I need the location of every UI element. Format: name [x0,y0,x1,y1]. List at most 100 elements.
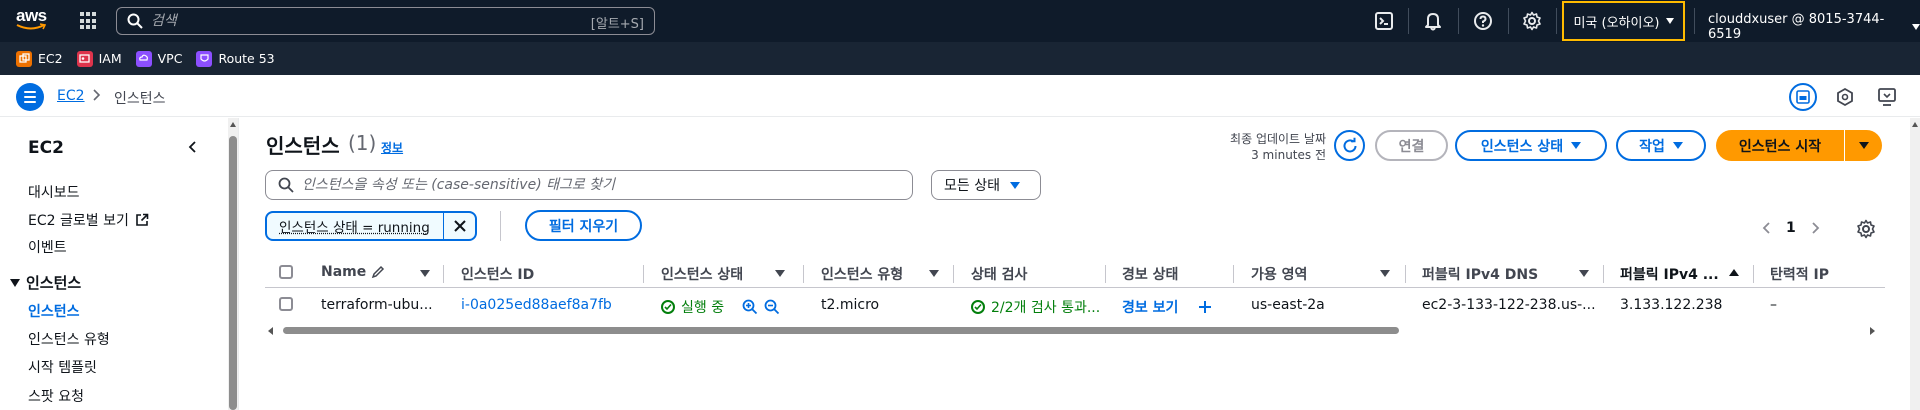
sort-icon[interactable] [775,270,785,277]
sidebar-item-events[interactable]: 이벤트 [28,237,67,257]
sort-icon[interactable] [929,270,939,277]
table-horizontal-scrollbar[interactable] [265,324,1885,338]
content-scrollbar[interactable] [1910,118,1920,410]
favorite-route53[interactable]: Route 53 [196,50,275,67]
clear-filters-button[interactable]: 필터 지우기 [525,210,642,241]
explore-hexagon-icon[interactable] [1834,86,1856,108]
favorite-iam[interactable]: IAM [76,50,122,67]
zoom-out-icon[interactable] [764,299,780,315]
cloudshell-icon[interactable] [1374,11,1394,31]
column-label: 인스턴스 유형 [821,267,904,283]
caret-down-icon [1912,24,1920,30]
search-input[interactable] [151,13,571,29]
column-label: 가용 영역 [1251,267,1308,283]
account-menu[interactable]: clouddxuser @ 8015-3744-6519 [1708,12,1920,42]
launch-instance-dropdown[interactable] [1845,130,1882,161]
global-search[interactable]: [알트+S] [116,7,655,35]
services-grid-icon[interactable] [80,12,98,30]
help-icon[interactable] [1473,11,1493,31]
column-header-name[interactable]: Name [321,264,385,280]
sidebar-item-launch-templates[interactable]: 시작 템플릿 [28,357,97,377]
search-icon [278,177,294,193]
search-icon [127,13,143,29]
region-selector[interactable]: 미국 (오하이오) [1562,1,1685,41]
sidenav-scrollbar[interactable] [228,118,238,410]
collapse-chevron-left-icon[interactable] [186,140,200,154]
search-shortcut: [알트+S] [590,17,644,32]
filter-input[interactable] [302,177,902,193]
info-link[interactable]: 정보 [381,139,403,156]
cell-status-check: 2/2개 검사 통과... [971,297,1100,317]
column-header-availability-zone[interactable]: 가용 영역 [1251,264,1307,284]
sidebar-item-global-view[interactable]: EC2 글로벌 보기 [28,210,149,230]
launch-instance-button[interactable]: 인스턴스 시작 [1716,130,1844,161]
success-check-icon [971,300,985,314]
favorite-label: VPC [157,51,183,66]
view-alarms-link[interactable]: 경보 보기 [1122,297,1178,317]
select-all-checkbox[interactable] [279,265,293,279]
breadcrumb-ec2[interactable]: EC2 [57,88,85,104]
cell-availability-zone: us-east-2a [1251,297,1325,313]
favorites-bar: EC2 IAM VPC Route 53 [0,42,1920,75]
column-header-instance-state[interactable]: 인스턴스 상태 [661,264,743,284]
favorite-vpc[interactable]: VPC [135,50,183,67]
column-header-alarm-status[interactable]: 경보 상태 [1122,264,1178,284]
column-header-status-check[interactable]: 상태 검사 [971,264,1027,284]
sort-icon[interactable] [1579,270,1589,277]
favorite-ec2[interactable]: EC2 [16,50,63,67]
table-preferences-gear-icon[interactable] [1856,219,1876,239]
info-panel-toggle[interactable] [1789,83,1817,111]
actions-button[interactable]: 작업 [1616,130,1706,161]
cell-instance-type: t2.micro [821,297,880,313]
row-checkbox[interactable] [279,297,293,311]
column-header-public-ipv4[interactable]: 퍼블릭 IPv4 ... [1620,264,1719,284]
connect-button[interactable]: 연결 [1375,130,1448,161]
settings-gear-icon[interactable] [1522,11,1542,31]
aws-logo[interactable]: aws [16,7,50,35]
table-row[interactable]: terraform-ubu... i-0a025ed88aef8a7fb 실행 … [265,289,1885,323]
last-updated-label: 최종 업데이트 날짜 [1230,132,1326,146]
sort-icon[interactable] [1380,270,1390,277]
add-plus-icon[interactable] [1198,300,1212,314]
region-label: 미국 (오하이오) [1573,15,1660,31]
refresh-button[interactable] [1334,130,1365,161]
vpc-service-icon [135,50,152,67]
caret-down-icon [1665,18,1674,24]
column-label: 인스턴스 상태 [661,267,744,283]
chevron-right-icon[interactable] [1810,221,1820,235]
chevron-left-icon[interactable] [1762,221,1772,235]
edit-pencil-icon [372,265,385,279]
last-updated: 최종 업데이트 날짜 3 minutes 전 [1190,131,1326,163]
sort-ascending-icon[interactable] [1729,269,1739,276]
sort-icon[interactable] [420,270,430,277]
actions-label: 작업 [1639,138,1665,155]
filter-token[interactable]: 인스턴스 상태 = running [265,211,477,241]
property-filter[interactable] [265,170,913,200]
state-filter-select[interactable]: 모든 상태 [931,170,1041,200]
cell-instance-id[interactable]: i-0a025ed88aef8a7fb [461,297,612,313]
sidebar-item-spot-requests[interactable]: 스팟 요청 [28,386,84,406]
column-header-elastic-ip[interactable]: 탄력적 IP [1770,264,1829,284]
column-header-instance-type[interactable]: 인스턴스 유형 [821,264,903,284]
notifications-bell-icon[interactable] [1423,11,1443,31]
zoom-in-icon[interactable] [742,299,758,315]
remove-token-button[interactable] [443,213,475,239]
sidebar-item-instance-types[interactable]: 인스턴스 유형 [28,329,110,349]
side-navigation: EC2 대시보드 EC2 글로벌 보기 이벤트 인스턴스 인스턴스 인스턴스 유… [0,118,228,410]
top-navigation: aws [알트+S] 미국 (오하이오) clouddxuser @ 8015-… [0,0,1920,42]
panel-icon [1796,90,1810,104]
sidebar-item-dashboard[interactable]: 대시보드 [28,182,80,202]
account-label: clouddxuser @ 8015-3744-6519 [1708,12,1885,42]
instance-state-button[interactable]: 인스턴스 상태 [1455,130,1607,161]
filter-token-label[interactable]: 인스턴스 상태 = running [267,216,443,236]
current-page[interactable]: 1 [1786,220,1796,236]
column-label: Name [321,264,367,280]
feedback-icon[interactable] [1876,86,1898,108]
breadcrumb-bar: EC2 인스턴스 [0,75,1920,117]
side-navigation-toggle[interactable] [16,83,44,111]
sidebar-item-instances[interactable]: 인스턴스 [28,301,80,321]
column-header-public-dns[interactable]: 퍼블릭 IPv4 DNS [1422,264,1538,284]
column-header-instance-id[interactable]: 인스턴스 ID [461,264,534,284]
sidebar-section-instances[interactable]: 인스턴스 [10,272,81,293]
favorite-label: EC2 [38,51,63,66]
